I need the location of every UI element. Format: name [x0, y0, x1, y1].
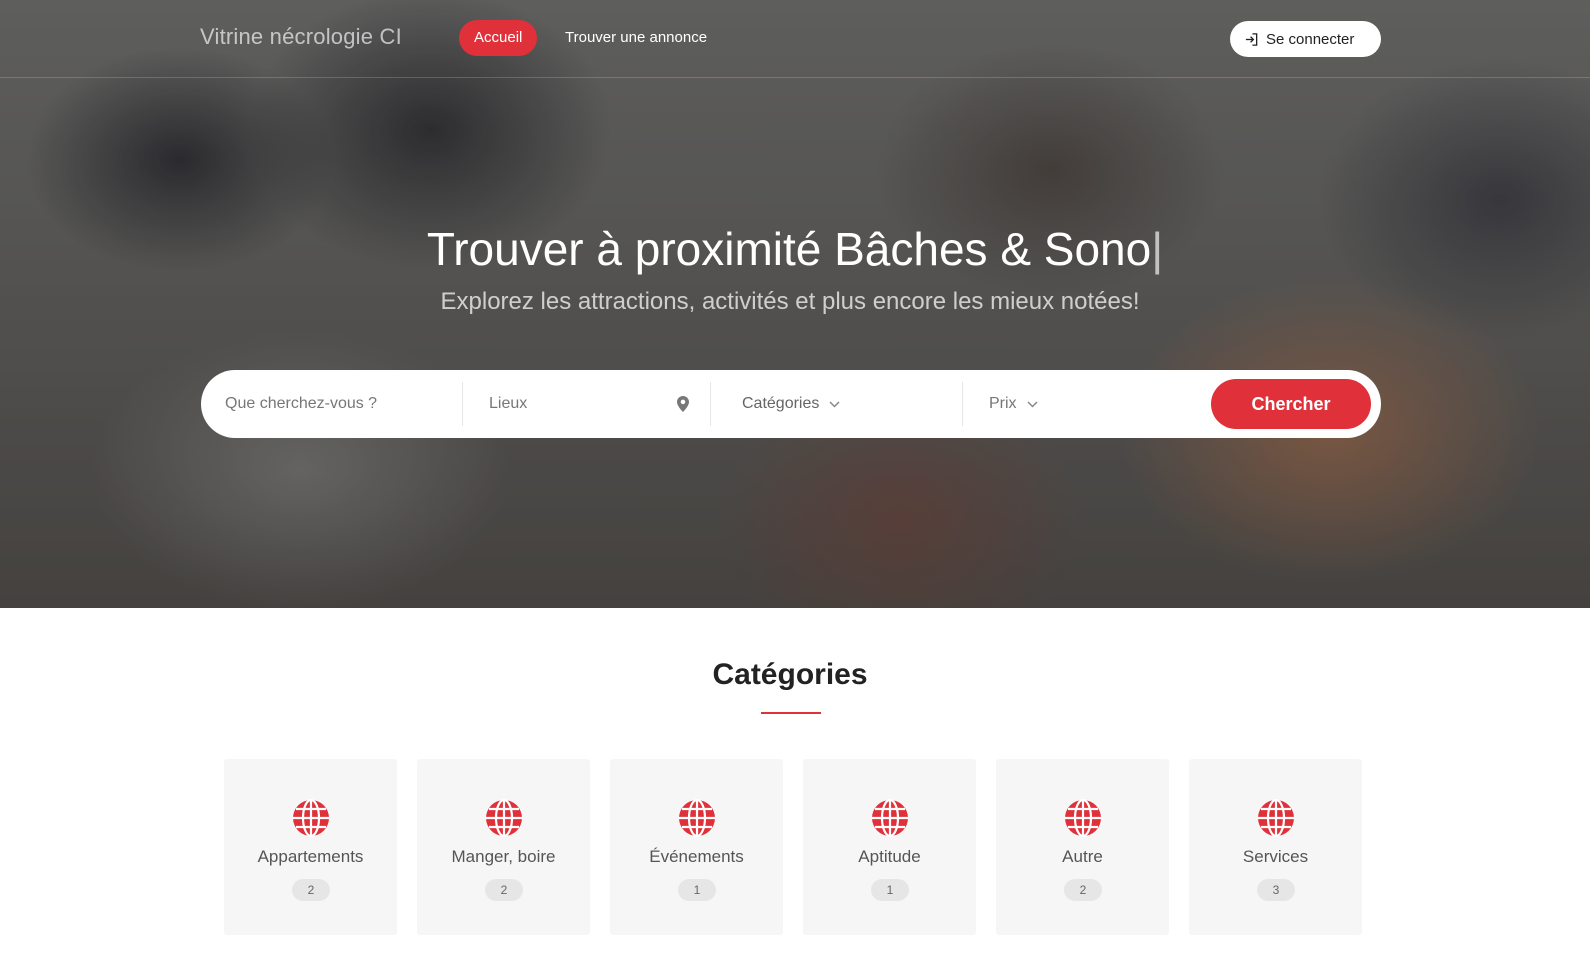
search-location-field[interactable]: Lieux: [489, 382, 689, 426]
globe-icon: [486, 799, 522, 837]
search-location-label: Lieux: [489, 395, 528, 412]
login-icon: [1245, 32, 1258, 46]
category-cards: Appartements 2 Manger, boire 2 Événement…: [224, 759, 1364, 935]
map-pin-icon: [677, 396, 689, 412]
category-count-badge: 3: [1257, 879, 1295, 901]
category-label: Services: [1242, 847, 1309, 866]
login-button[interactable]: Se connecter: [1230, 21, 1381, 57]
category-card[interactable]: Aptitude 1: [803, 759, 976, 935]
category-count-badge: 1: [871, 879, 909, 901]
search-category-label: Catégories: [742, 395, 820, 412]
globe-icon: [293, 799, 329, 837]
heading-underline: [761, 712, 821, 714]
category-card[interactable]: Appartements 2: [224, 759, 397, 935]
category-label: Événements: [649, 847, 744, 866]
search-divider: [462, 382, 463, 426]
top-navbar: Vitrine nécrologie CI Accueil Trouver un…: [0, 0, 1590, 78]
globe-icon: [1258, 799, 1294, 837]
globe-icon: [872, 799, 908, 837]
globe-icon: [1065, 799, 1101, 837]
search-button[interactable]: Chercher: [1211, 379, 1371, 429]
search-divider: [962, 382, 963, 426]
category-card[interactable]: Événements 1: [610, 759, 783, 935]
category-count-badge: 2: [1064, 879, 1102, 901]
category-count-badge: 2: [485, 879, 523, 901]
search-category-select[interactable]: Catégories: [742, 382, 862, 426]
typing-cursor: |: [1151, 223, 1164, 275]
hero-subtitle: Explorez les attractions, activités et p…: [440, 288, 1140, 315]
categories-heading: Catégories: [712, 658, 868, 691]
hero-title-text: Trouver à proximité Bâches & Sono: [426, 223, 1152, 275]
category-label: Autre: [1062, 847, 1103, 866]
category-label: Aptitude: [858, 847, 921, 866]
nav-home-link[interactable]: Accueil: [459, 20, 538, 56]
chevron-down-icon: [829, 400, 840, 408]
search-price-label: Prix: [989, 395, 1017, 412]
search-what-input[interactable]: [225, 395, 455, 413]
chevron-down-icon: [1027, 400, 1038, 408]
globe-icon: [679, 799, 715, 837]
category-card[interactable]: Manger, boire 2: [417, 759, 590, 935]
category-count-badge: 2: [292, 879, 330, 901]
category-label: Manger, boire: [451, 847, 556, 866]
hero-title: Trouver à proximité Bâches & Sono|: [0, 222, 1590, 276]
search-bar: Lieux Catégories Prix Chercher: [201, 370, 1381, 438]
search-price-select[interactable]: Prix: [989, 382, 1049, 426]
category-card[interactable]: Services 3: [1189, 759, 1362, 935]
login-label: Se connecter: [1266, 30, 1355, 48]
nav-find-listing-link[interactable]: Trouver une annonce: [550, 20, 722, 56]
category-count-badge: 1: [678, 879, 716, 901]
brand-logo-text[interactable]: Vitrine nécrologie CI: [200, 24, 402, 50]
search-divider: [710, 382, 711, 426]
search-what-field[interactable]: [225, 382, 455, 426]
category-card[interactable]: Autre 2: [996, 759, 1169, 935]
category-label: Appartements: [257, 847, 364, 866]
